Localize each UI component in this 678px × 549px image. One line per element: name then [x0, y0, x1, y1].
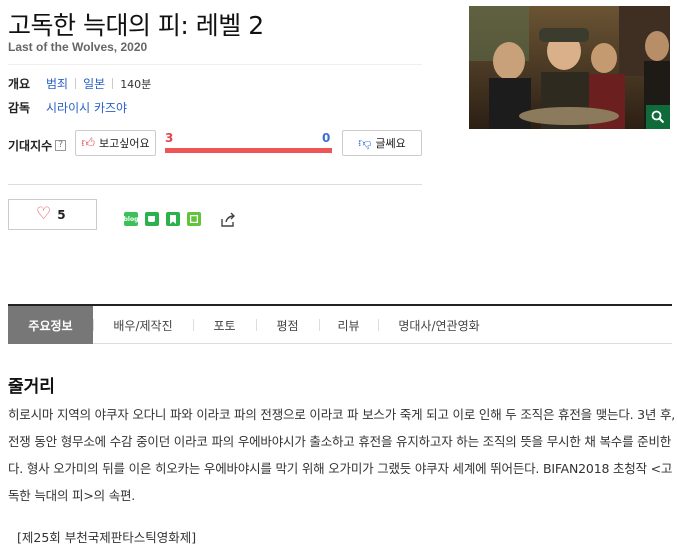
divider — [8, 64, 422, 65]
band-icon[interactable] — [187, 212, 201, 226]
tab-separator — [193, 319, 194, 331]
help-icon[interactable]: ? — [55, 140, 67, 151]
heart-icon: ♡ — [36, 204, 52, 224]
want-label: 보고싶어요 — [98, 137, 150, 150]
tab-photo[interactable]: 포토 — [193, 306, 256, 344]
tab-review[interactable]: 리뷰 — [319, 306, 378, 344]
like-count: 5 — [57, 207, 66, 222]
want-to-see-button[interactable]: 👍︎ 보고싶어요 — [75, 130, 156, 156]
tab-separator — [93, 319, 94, 331]
runtime: 140분 — [120, 77, 152, 91]
tab-label: 리뷰 — [337, 318, 360, 333]
not-sure-button[interactable]: 👎︎ 글쎄요 — [342, 130, 422, 156]
page-title: 고독한 늑대의 피: 레벨 2 — [8, 11, 264, 40]
no-count: 0 — [322, 131, 331, 145]
tab-separator — [378, 319, 379, 331]
expectation-label: 기대지수 — [8, 139, 53, 153]
separator — [75, 78, 77, 89]
thumbs-up-icon: 👍︎ — [81, 135, 95, 151]
expectation-bar — [165, 148, 332, 153]
tab-label: 배우/제작진 — [113, 318, 173, 333]
no-label: 글쎄요 — [375, 137, 406, 150]
tab-quotes-related[interactable]: 명대사/연관영화 — [378, 306, 500, 344]
share-icons: blog — [124, 212, 201, 226]
country-link[interactable]: 일본 — [83, 75, 105, 92]
want-count: 3 — [165, 131, 174, 145]
expectation-label-wrap: 기대지수 ? — [8, 137, 67, 154]
bookmark-icon[interactable] — [166, 212, 180, 226]
tab-separator — [319, 319, 320, 331]
movie-poster[interactable] — [469, 6, 670, 129]
director-row: 감독 시라이시 카즈야 — [8, 99, 127, 116]
thumbs-down-icon: 👎︎ — [358, 135, 372, 151]
english-title: Last of the Wolves, 2020 — [8, 40, 148, 54]
synopsis-body: 히로시마 지역의 야쿠자 오다니 파와 이라코 파의 전쟁으로 이라코 파 보스… — [8, 407, 676, 503]
share-icon[interactable] — [220, 212, 236, 232]
poster-image — [469, 6, 670, 129]
festival-note: [제25회 부천국제판타스틱영화제] — [17, 530, 197, 545]
zoom-button[interactable] — [646, 105, 670, 129]
tab-label: 포토 — [213, 318, 236, 333]
tab-main-info[interactable]: 주요정보 — [8, 306, 93, 344]
cafe-icon[interactable] — [145, 212, 159, 226]
tab-separator — [256, 319, 257, 331]
search-icon — [651, 110, 665, 124]
director-label: 감독 — [8, 101, 31, 115]
blog-icon[interactable]: blog — [124, 212, 138, 226]
director-link[interactable]: 시라이시 카즈야 — [46, 99, 127, 116]
synopsis-title: 줄거리 — [8, 377, 55, 397]
like-button[interactable]: ♡ 5 — [8, 199, 97, 230]
tab-label: 평점 — [276, 318, 299, 333]
tab-label: 명대사/연관영화 — [398, 318, 480, 333]
genre-link[interactable]: 범죄 — [46, 75, 68, 92]
separator — [112, 78, 114, 89]
tab-rating[interactable]: 평점 — [256, 306, 319, 344]
overview-label: 개요 — [8, 77, 31, 91]
tab-cast-crew[interactable]: 배우/제작진 — [93, 306, 193, 344]
tab-bar: 주요정보 배우/제작진 포토 평점 리뷰 명대사/연관영화 — [8, 306, 672, 344]
divider — [8, 184, 422, 185]
overview-row: 개요 범죄 일본 140분 — [8, 75, 151, 92]
